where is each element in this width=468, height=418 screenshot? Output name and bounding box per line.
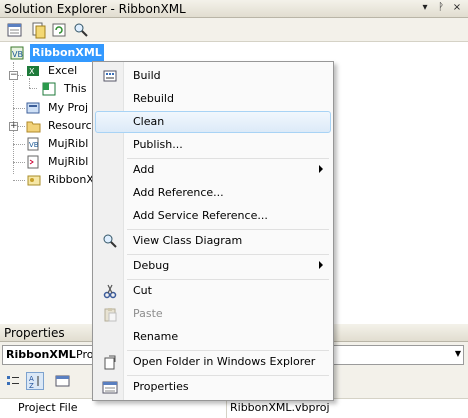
categorized-icon[interactable]: [4, 372, 22, 390]
submenu-arrow-icon: [319, 261, 323, 269]
menu-item-open-folder[interactable]: Open Folder in Windows Explorer: [95, 351, 331, 373]
property-value: RibbonXML.vbproj: [230, 401, 330, 414]
menu-item-paste[interactable]: Paste: [95, 303, 331, 325]
class-diagram-icon: [102, 233, 118, 249]
view-class-diagram-icon[interactable]: [72, 21, 90, 39]
menu-item-cut[interactable]: Cut: [95, 280, 331, 302]
paste-icon: [102, 306, 118, 322]
property-name: Project File: [18, 401, 78, 414]
my-project-icon: [26, 101, 42, 115]
menu-item-debug[interactable]: Debug: [95, 255, 331, 277]
submenu-arrow-icon: [319, 165, 323, 173]
properties-icon: [102, 379, 118, 395]
excel-folder-icon: X: [26, 64, 42, 78]
svg-text:VB: VB: [12, 50, 23, 59]
menu-item-view-class-diagram[interactable]: View Class Diagram: [95, 230, 331, 252]
svg-text:X: X: [29, 67, 35, 76]
close-icon[interactable]: ×: [450, 1, 464, 15]
tree-node-label: This: [64, 82, 87, 95]
tree-node-label: MujRibl: [48, 137, 89, 150]
key-file-icon: [26, 173, 42, 187]
vb-file-icon: VB: [26, 137, 42, 151]
properties-title: Properties: [4, 326, 65, 340]
object-name: RibbonXML: [6, 348, 76, 361]
menu-item-add-reference[interactable]: Add Reference...: [95, 182, 331, 204]
tree-node-label: RibbonXML: [30, 44, 104, 62]
menu-item-clean[interactable]: Clean: [95, 111, 331, 133]
vb-project-icon: VB: [10, 46, 26, 60]
menu-item-publish[interactable]: Publish...: [95, 134, 331, 156]
xml-file-icon: [26, 155, 42, 169]
tree-node-label: Excel: [48, 64, 78, 77]
solution-explorer-titlebar: Solution Explorer - RibbonXML ▾ ᚹ ×: [0, 0, 468, 18]
object-type: Pro: [76, 348, 94, 361]
tree-node-label: MujRibl: [48, 155, 89, 168]
svg-text:Z: Z: [29, 382, 34, 389]
scissors-icon: [102, 283, 118, 299]
chevron-down-icon: ▼: [454, 349, 461, 358]
properties-icon[interactable]: [6, 21, 24, 39]
menu-item-add-service-reference[interactable]: Add Service Reference...: [95, 205, 331, 227]
property-pages-icon[interactable]: [54, 372, 72, 390]
menu-item-properties[interactable]: Properties: [95, 376, 331, 398]
refresh-icon[interactable]: [50, 21, 68, 39]
pin-icon[interactable]: ᚹ: [434, 1, 448, 15]
solution-explorer-toolbar: [0, 18, 468, 42]
svg-text:VB: VB: [29, 141, 39, 149]
menu-item-add[interactable]: Add: [95, 159, 331, 181]
folder-icon: [26, 119, 42, 133]
open-folder-icon: [102, 354, 118, 370]
collapse-icon[interactable]: −: [9, 71, 18, 80]
menu-item-rename[interactable]: Rename: [95, 326, 331, 348]
expand-icon[interactable]: +: [9, 122, 18, 131]
tree-node-label: Resourc: [48, 119, 92, 132]
solution-explorer-title: Solution Explorer - RibbonXML: [4, 2, 186, 16]
build-icon: [102, 68, 118, 84]
dropdown-icon[interactable]: ▾: [418, 1, 432, 15]
alphabetical-icon[interactable]: AZ: [26, 372, 44, 390]
tree-node-label: RibbonX: [48, 173, 94, 186]
menu-item-build[interactable]: Build: [95, 65, 331, 87]
menu-item-rebuild[interactable]: Rebuild: [95, 88, 331, 110]
tree-node-label: My Proj: [48, 101, 89, 114]
show-all-files-icon[interactable]: [30, 21, 48, 39]
excel-sheet-icon: [42, 82, 58, 96]
context-menu: Build Rebuild Clean Publish... Add Add R…: [92, 61, 334, 401]
